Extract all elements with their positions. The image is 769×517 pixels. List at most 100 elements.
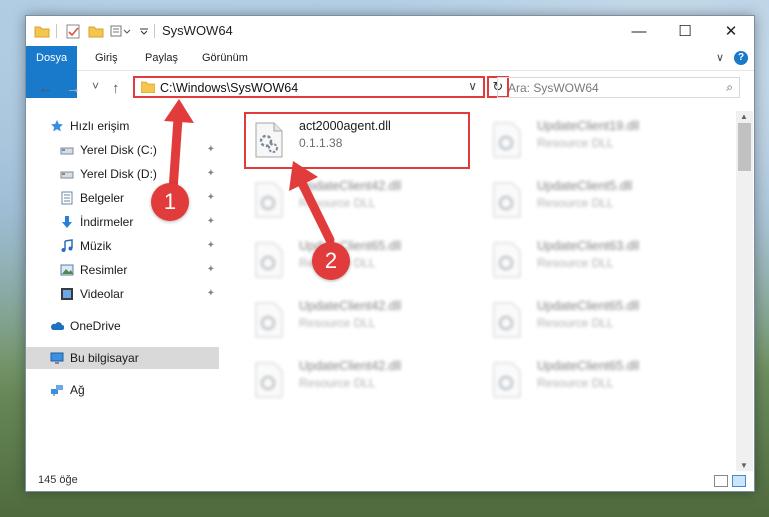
file-highlight-box [244,112,470,169]
sidebar-item-label: Videolar [80,287,124,301]
search-placeholder: Ara: SysWOW64 [508,81,599,95]
item-count: 145 öğe [38,474,78,486]
step-badge-2: 2 [312,242,350,280]
status-bar: 145 öğe [26,471,754,491]
dll-file-icon [493,242,521,278]
view-toggle [714,475,746,487]
sidebar-item-label: Müzik [80,239,112,253]
file-type: Resource DLL [299,376,376,390]
maximize-button[interactable]: ☐ [662,16,708,46]
help-icon[interactable]: ? [734,51,748,65]
properties-icon[interactable] [66,23,81,39]
step-badge-1: 1 [151,183,189,221]
folder-icon [34,23,50,39]
file-type: Resource DLL [299,316,376,330]
search-box[interactable]: Ara: SysWOW64 ⌕ [497,77,740,98]
sidebar-item-onedrive[interactable]: OneDrive [26,315,219,337]
tab-share[interactable]: Paylaş [135,46,188,70]
dll-file-icon [493,362,521,398]
documents-icon [61,191,73,205]
file-item[interactable]: UpdateClient42.dll Resource DLL [247,175,472,227]
file-name: UpdateClient19.dll [537,119,640,133]
recent-locations-button[interactable]: ˅ [92,79,99,93]
file-type: Resource DLL [537,256,614,270]
file-name: UpdateClient5.dll [537,179,633,193]
videos-icon [61,288,73,300]
sidebar-item-network[interactable]: Ağ [26,379,219,401]
file-explorer-window: SysWOW64 — ☐ ✕ Dosya Giriş Paylaş Görünü… [25,15,755,492]
address-dropdown-icon[interactable]: ∨ [468,79,477,93]
file-type: Resource DLL [537,196,614,210]
tab-view[interactable]: Görünüm [192,46,258,70]
dll-file-icon [493,122,521,158]
sidebar-item-label: Ağ [70,383,85,397]
file-item[interactable]: UpdateClient63.dll Resource DLL [485,235,710,287]
sidebar-item-label: Hızlı erişim [70,119,130,133]
title-bar: SysWOW64 — ☐ ✕ [26,16,754,46]
sidebar-item-label: Resimler [80,263,128,277]
tiles-view-icon[interactable] [732,475,746,487]
dll-file-icon [255,182,283,218]
toolbar-dropdown-icon[interactable] [139,23,149,39]
pin-icon[interactable]: ✦ [207,259,215,281]
onedrive-icon [51,322,64,330]
file-item[interactable]: UpdateClient65.dll Resource DLL [485,295,710,347]
file-name: UpdateClient63.dll [537,239,640,253]
ribbon-tabs: Dosya Giriş Paylaş Görünüm ∨ ? [26,46,754,98]
pictures-icon [60,264,74,276]
file-item[interactable]: UpdateClient42.dll Resource DLL [247,355,472,407]
file-type: Resource DLL [537,136,614,150]
computer-icon [50,352,64,364]
star-icon [51,120,63,132]
sidebar-item-pictures[interactable]: Resimler ✦ [26,259,219,281]
file-name: UpdateClient65.dll [537,299,640,313]
file-type: Resource DLL [537,376,614,390]
drive-icon [60,171,74,179]
arrow-2-icon [289,161,335,245]
separator [56,23,57,39]
forward-button[interactable]: → [66,80,81,97]
window-title: SysWOW64 [162,23,233,38]
sidebar-item-label: Belgeler [80,191,125,205]
address-path[interactable]: C:\Windows\SysWOW64 [160,81,298,95]
expand-ribbon-icon[interactable]: ∨ [716,51,724,64]
scrollbar-thumb[interactable] [738,123,751,171]
file-name: UpdateClient42.dll [299,359,402,373]
network-icon [51,385,63,396]
tab-home[interactable]: Giriş [85,46,128,70]
details-view-icon[interactable] [714,475,728,487]
drive-icon [60,147,74,155]
file-type: Resource DLL [537,316,614,330]
vertical-scrollbar[interactable]: ▲ ▼ [736,111,753,471]
scroll-down-icon[interactable]: ▼ [740,461,748,470]
up-button[interactable]: ↑ [112,80,120,97]
sidebar-item-label: İndirmeler [80,215,134,229]
file-item[interactable]: UpdateClient42.dll Resource DLL [247,295,472,347]
music-icon [61,239,73,252]
customize-toolbar-icon[interactable] [110,23,132,39]
scroll-up-icon[interactable]: ▲ [740,112,748,121]
pin-icon[interactable]: ✦ [207,283,215,305]
dll-file-icon [255,302,283,338]
file-item[interactable]: UpdateClient19.dll Resource DLL [485,115,710,167]
file-name: UpdateClient42.dll [299,299,402,313]
dll-file-icon [493,182,521,218]
search-icon[interactable]: ⌕ [726,80,733,95]
dll-file-icon [255,362,283,398]
separator [154,23,155,39]
file-item[interactable]: UpdateClient65.dll Resource DLL [247,235,472,287]
file-item[interactable]: UpdateClient5.dll Resource DLL [485,175,710,227]
close-button[interactable]: ✕ [708,16,754,46]
download-icon [62,216,72,228]
file-name: UpdateClient65.dll [537,359,640,373]
sidebar-item-videos[interactable]: Videolar ✦ [26,283,219,305]
minimize-button[interactable]: — [616,16,662,46]
dll-file-icon [493,302,521,338]
new-folder-icon[interactable] [88,23,104,39]
pin-icon[interactable]: ✦ [207,235,215,257]
back-button[interactable]: ← [38,80,53,97]
file-item[interactable]: UpdateClient65.dll Resource DLL [485,355,710,407]
sidebar-item-this-pc[interactable]: Bu bilgisayar [26,347,219,369]
dll-file-icon [255,242,283,278]
sidebar-item-music[interactable]: Müzik ✦ [26,235,219,257]
